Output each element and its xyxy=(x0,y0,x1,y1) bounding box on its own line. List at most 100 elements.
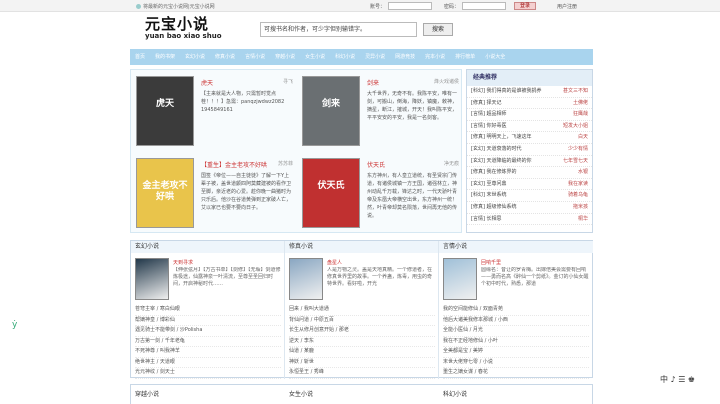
recommend-author: 桐华 xyxy=(577,215,588,222)
nav-item[interactable]: 小说大全 xyxy=(480,49,510,65)
recommend-title[interactable]: [言情] 长相思 xyxy=(471,214,502,225)
recommend-row[interactable]: [言情] 长相思 桐华 xyxy=(467,214,592,226)
recommend-title[interactable]: [玄幻] 至尊问鼎 xyxy=(471,179,507,190)
password-input[interactable] xyxy=(462,2,506,10)
recommend-title[interactable]: [科幻] 末世系统 xyxy=(471,190,507,201)
list-item[interactable]: 永恒圣王 / 秀峰 xyxy=(289,368,435,379)
nav-item[interactable]: 科幻小说 xyxy=(330,49,360,65)
featured-item[interactable]: 伏天氏 伏天氏 净无痕 东方神州，有人皇立道统，有圣贤宗门传道，有诸侯城镇一方王国，诸… xyxy=(297,152,463,234)
list-item[interactable]: 他后大诸美我修本那城 / 小西 xyxy=(443,316,589,326)
book-desc: 东方神州，有人皇立道统，有圣贤宗门传道，有诸侯城镇一方王国，诸强林立，神州动乱千… xyxy=(367,173,458,219)
recommend-title[interactable]: [玄幻] 天道降临的最终的你 xyxy=(471,156,532,167)
list-item[interactable]: 末世大佬穿七零 / 小说 xyxy=(443,358,589,368)
book-cover[interactable]: 虎天 xyxy=(136,76,194,146)
nav-item[interactable]: 穿越小说 xyxy=(270,49,300,65)
nav-item[interactable]: 排行榜单 xyxy=(450,49,480,65)
book-author[interactable]: 苏苏菲 xyxy=(278,160,293,167)
list-item[interactable]: 重生之嫡女谋 / 春花 xyxy=(443,368,589,379)
recommend-row[interactable]: [玄幻] 天道衰落的时代 少少有情 xyxy=(467,144,592,156)
floating-toolbar[interactable]: 中 ♪ ☰ ♚ xyxy=(660,374,695,385)
book-cover[interactable]: 伏天氏 xyxy=(302,158,360,228)
list-item[interactable]: 长生从修月创意开始 / 那老 xyxy=(289,326,435,337)
recommend-row[interactable]: [修真] 我在修炼界的 水银 xyxy=(467,167,592,179)
recommend-row[interactable]: [玄幻] 天道降临的最终的你 七年雪七天 xyxy=(467,156,592,168)
panel-book-cover[interactable] xyxy=(289,258,323,300)
recommend-row[interactable]: [玄幻] 至尊问鼎 我在家读 xyxy=(467,179,592,191)
recommend-title[interactable]: [玄幻] 天道衰落的时代 xyxy=(471,144,522,155)
list-item[interactable]: 我在不正经地修仙 / 小叶 xyxy=(443,337,589,347)
panel-list: 苍穹主宰 / 寒白仙眼 帮嫡神皇 / 博彩仙 遇见骑士不能带剑 / 沙Polisha… xyxy=(135,305,281,379)
search-input[interactable]: 可搜书名和作者，可少字但别输错字。 xyxy=(260,22,417,37)
account-input[interactable] xyxy=(388,2,432,10)
nav-item[interactable]: 玄幻小说 xyxy=(180,49,210,65)
list-item[interactable]: 万古第一剑 / 千年老龟 xyxy=(135,337,281,347)
favorite-link[interactable]: 将最新的元宝小说网|元宝小说网 xyxy=(136,3,215,10)
nav-item[interactable]: 网游竞技 xyxy=(390,49,420,65)
main-nav: 首页 我的书架 玄幻小说 修真小说 言情小说 穿越小说 女生小说 科幻小说 灵异小说 网游竞技 完本… xyxy=(130,49,593,65)
panel-book-title[interactable]: 回响千里 xyxy=(481,259,501,266)
list-item[interactable]: 我的空间能修仙 / 双面青苑 xyxy=(443,305,589,316)
recommend-title[interactable]: [言情] 你好毒医 xyxy=(471,121,507,132)
recommend-row[interactable]: [言情] 超品相师 狂鹰哉 xyxy=(467,109,592,121)
list-item[interactable]: 遇见骑士不能带剑 / 沙Polisha xyxy=(135,326,281,337)
list-item[interactable]: 苍穹主宰 / 寒白仙眼 xyxy=(135,305,281,316)
list-item[interactable]: 光元神纹 / 剑天士 xyxy=(135,368,281,379)
cover-text: 剑来 xyxy=(321,99,340,109)
account-label: 账号： xyxy=(370,4,386,10)
panel-book-title[interactable]: 盘星人 xyxy=(327,259,342,266)
register-link[interactable]: 用户注册 xyxy=(557,3,577,10)
recommend-row[interactable]: [修真] 择天记 土佛佬 xyxy=(467,98,592,110)
recommend-row[interactable]: [言情] 你好毒医 短发大小姐 xyxy=(467,121,592,133)
nav-item[interactable]: 我的书架 xyxy=(150,49,180,65)
book-author[interactable]: 净无痕 xyxy=(444,160,459,167)
panel-book-cover[interactable] xyxy=(135,258,169,300)
list-item[interactable]: 逆天 / 李东 xyxy=(289,337,435,347)
recommend-title[interactable]: [修真] 我在修炼界的 xyxy=(471,167,517,178)
list-item[interactable]: 背仙问道 / 中原五百 xyxy=(289,316,435,326)
search-button[interactable]: 搜索 xyxy=(423,23,453,36)
recommend-row[interactable]: [科幻] 我们得真的是谁被我捐养 甚文三不知 xyxy=(467,86,592,98)
panel-title[interactable]: 玄幻小说 xyxy=(131,241,284,253)
book-cover[interactable]: 金主老攻不好哄 xyxy=(136,158,194,228)
nav-item[interactable]: 首页 xyxy=(130,49,150,65)
recommend-title[interactable]: [修真] 超级修仙系统 xyxy=(471,202,517,213)
list-item[interactable]: 神妖 / 斩世 xyxy=(289,358,435,368)
recommend-title[interactable]: [科幻] 我们得真的是谁被我捐养 xyxy=(471,86,542,97)
featured-item[interactable]: 剑来 剑来 烽火戏诸侯 大千世界，无奇不有。我陈平安，唯有一剑，可搬山，倒海，降妖，镇… xyxy=(297,70,463,152)
nav-item[interactable]: 言情小说 xyxy=(240,49,270,65)
panel-book-title[interactable]: 天到寻求 xyxy=(173,259,193,266)
list-item[interactable]: 全美都是宝 / 美婷 xyxy=(443,347,589,358)
category-panel: 言情小说 回响千里 圆缘名：昔让的罗青梅。出嫁倍美会需要有回响——勇而名高《醉仙一个… xyxy=(439,241,593,379)
list-item[interactable]: 帮嫡神皇 / 博彩仙 xyxy=(135,316,281,326)
nav-item[interactable]: 灵异小说 xyxy=(360,49,390,65)
recommend-row[interactable]: [修真] 明明天上，飞速这年 白天 xyxy=(467,132,592,144)
book-author[interactable]: 烽火戏诸侯 xyxy=(434,78,459,85)
leaf-icon: ẏ xyxy=(12,320,18,330)
recommend-title[interactable]: [修真] 明明天上，飞速这年 xyxy=(471,132,532,143)
nav-item[interactable]: 女生小说 xyxy=(300,49,330,65)
nav-item[interactable]: 修真小说 xyxy=(210,49,240,65)
cover-text: 伏天氏 xyxy=(317,181,345,191)
book-cover[interactable]: 剑来 xyxy=(302,76,360,146)
recommend-author: 白天 xyxy=(577,134,588,141)
list-item[interactable]: 绝世神主 / 天道眼 xyxy=(135,358,281,368)
book-title[interactable]: 虎天 xyxy=(201,78,293,87)
panel-book-cover[interactable] xyxy=(443,258,477,300)
panel-title[interactable]: 修真小说 xyxy=(285,241,438,253)
list-item[interactable]: 全能小医仙 / 月光 xyxy=(443,326,589,337)
list-item[interactable]: 仙道 / 某鹿 xyxy=(289,347,435,358)
featured-item[interactable]: 虎天 虎天 寻飞 【主来就是大人物，只需暂时觉点茬！！！】急需：panqzjwdwz2… xyxy=(131,70,297,152)
featured-item[interactable]: 金主老攻不好哄 【重生】金主老攻不好哄 苏苏菲 国签《帝位——自主徒徒》了解一下Y上辈… xyxy=(131,152,297,234)
list-item[interactable]: 回来 / 我叫大道通 xyxy=(289,305,435,316)
nav-item[interactable]: 完本小说 xyxy=(420,49,450,65)
list-item[interactable]: 不死神尊 / 叫我神羊 xyxy=(135,347,281,358)
login-button[interactable]: 登录 xyxy=(514,2,536,10)
panel-title[interactable]: 言情小说 xyxy=(439,241,593,253)
site-logo[interactable]: 元宝小说 yuan bao xiao shuo xyxy=(145,13,222,40)
top-bar: 将最新的元宝小说网|元宝小说网 账号： 密码： 登录 用户注册 xyxy=(0,0,720,12)
recommend-row[interactable]: [科幻] 末世系统 骑着乌龟 xyxy=(467,190,592,202)
recommend-row[interactable]: [修真] 超级修仙系统 拖米孩 xyxy=(467,202,592,214)
recommend-title[interactable]: [言情] 超品相师 xyxy=(471,109,507,120)
book-author[interactable]: 寻飞 xyxy=(283,78,293,85)
recommend-title[interactable]: [修真] 择天记 xyxy=(471,98,502,109)
